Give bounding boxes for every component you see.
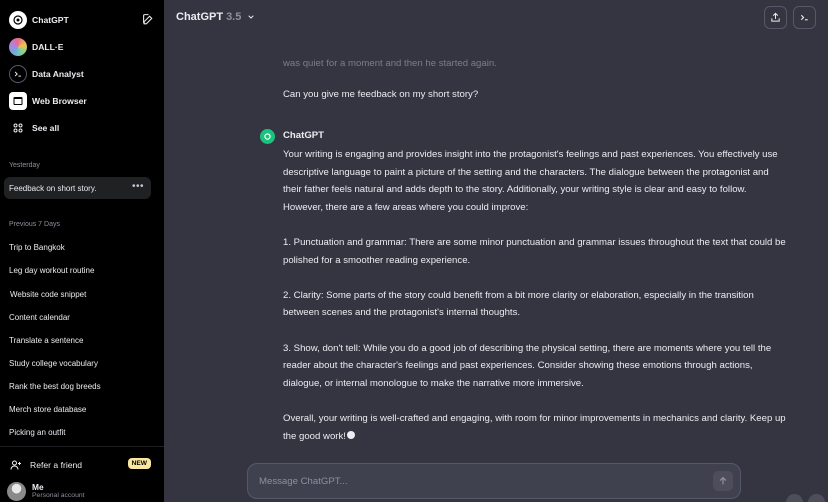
history-item[interactable]: Website code snippet [4, 283, 151, 305]
section-title-previous-7-days: Previous 7 Days [9, 221, 60, 228]
message-input[interactable]: Message ChatGPT... [247, 463, 741, 499]
sidebar-item-dalle[interactable]: DALL·E [4, 35, 156, 59]
assistant-paragraph: Your writing is engaging and provides in… [283, 149, 778, 213]
user-subtitle: Personal account [32, 492, 85, 499]
history-item[interactable]: Trip to Bangkok [4, 236, 151, 258]
user-message: Can you give me feedback on my short sto… [283, 89, 479, 100]
sidebar-item-label: Data Analyst [32, 69, 84, 79]
history-item-label: Content calendar [9, 312, 70, 322]
history-item-label: Rank the best dog breeds [9, 381, 101, 391]
assistant-paragraph: 2. Clarity: Some parts of the story coul… [283, 289, 754, 319]
section-title-yesterday: Yesterday [9, 162, 40, 169]
add-user-icon [10, 460, 21, 470]
sidebar-divider [0, 446, 164, 447]
sidebar-item-label: DALL·E [32, 42, 64, 52]
history-item[interactable]: Merch store database [4, 398, 151, 420]
share-button[interactable] [764, 6, 787, 29]
sidebar: ChatGPT DALL·E Data Analyst Web Browser … [0, 0, 164, 502]
new-chat-icon[interactable] [142, 13, 155, 26]
history-item-label: Study college vocabulary [9, 358, 98, 368]
previous-message-fragment: was quiet for a moment and then he start… [283, 58, 497, 69]
assistant-name: ChatGPT [283, 130, 325, 141]
assistant-paragraph: 3. Show, don't tell: While you do a good… [283, 342, 772, 389]
history-item-label: Leg day workout routine [9, 265, 95, 275]
history-item[interactable]: Translate a sentence [4, 329, 151, 351]
terminal-icon [9, 65, 27, 83]
avatar [7, 482, 26, 501]
dalle-icon [9, 38, 27, 56]
user-account-button[interactable]: Me Personal account [4, 482, 156, 502]
assistant-paragraph-text: Overall, your writing is well-crafted an… [283, 412, 786, 442]
history-item[interactable]: Rank the best dog breeds [4, 375, 151, 397]
history-item-label: Picking an outfit [9, 427, 66, 437]
terminal-icon [800, 14, 808, 21]
refer-label: Refer a friend [30, 460, 83, 470]
typing-cursor-icon [346, 431, 355, 439]
sidebar-item-chatgpt[interactable]: ChatGPT [4, 8, 156, 32]
sidebar-item-web-browser[interactable]: Web Browser [4, 89, 156, 113]
sidebar-item-label: Web Browser [32, 96, 87, 106]
model-version: 3.5 [226, 11, 242, 23]
sidebar-item-label: ChatGPT [32, 15, 69, 25]
sidebar-item-see-all[interactable]: See all [4, 116, 156, 140]
history-item-label: Feedback on short story. [9, 183, 97, 193]
send-button[interactable] [713, 471, 733, 491]
history-item-label: Trip to Bangkok [9, 242, 65, 252]
history-item[interactable]: Leg day workout routine [4, 259, 151, 281]
history-item-active[interactable]: Feedback on short story. ••• [4, 177, 151, 199]
sidebar-item-data-analyst[interactable]: Data Analyst [4, 62, 156, 86]
history-item[interactable]: Content calendar [4, 306, 151, 328]
message-placeholder: Message ChatGPT... [259, 476, 348, 487]
history-item-label: Translate a sentence [9, 335, 84, 345]
history-item[interactable]: Picking an outfit [4, 421, 151, 443]
top-bar: ChatGPT 3.5 [164, 0, 828, 36]
assistant-paragraph: 1. Punctuation and grammar: There are so… [283, 236, 786, 266]
history-item-label: Website code snippet [10, 289, 87, 299]
user-name: Me [32, 482, 44, 492]
browser-icon [9, 92, 27, 110]
history-item[interactable]: Study college vocabulary [4, 352, 151, 374]
grid-icon [9, 119, 27, 137]
model-selector[interactable]: ChatGPT 3.5 [176, 11, 255, 23]
more-options-icon[interactable]: ••• [132, 181, 144, 192]
assistant-message: Your writing is engaging and provides in… [283, 146, 788, 445]
chatgpt-logo-icon [9, 11, 27, 29]
help-button[interactable] [786, 494, 803, 502]
sidebar-item-label: See all [32, 123, 60, 133]
refer-a-friend-button[interactable]: Refer a friend NEW [4, 454, 156, 476]
arrow-up-icon [719, 476, 727, 485]
share-icon [771, 12, 780, 22]
conversation: was quiet for a moment and then he start… [164, 36, 828, 456]
chevron-down-icon [248, 15, 255, 19]
history-item-label: Merch store database [9, 404, 87, 414]
question-icon[interactable] [808, 494, 825, 502]
terminal-button[interactable] [793, 6, 816, 29]
assistant-paragraph-last: Overall, your writing is well-crafted an… [283, 410, 788, 445]
chatgpt-avatar-icon [260, 129, 275, 144]
model-name: ChatGPT [176, 11, 224, 23]
new-badge: NEW [127, 458, 151, 469]
